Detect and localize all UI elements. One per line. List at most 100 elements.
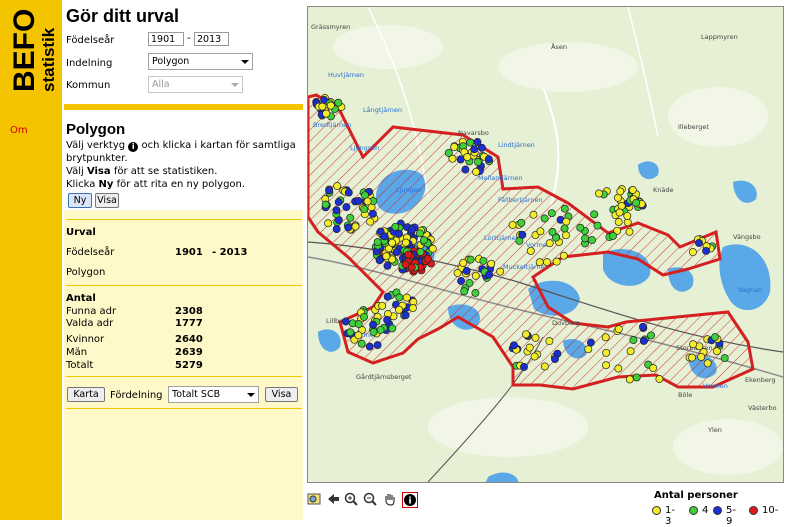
chevron-down-icon — [231, 83, 239, 87]
polygon-title: Polygon — [66, 121, 126, 138]
place-label: Ljungen — [396, 186, 422, 194]
map-view[interactable]: Grässmyren Åsen Lappmyren Illeberget Lån… — [307, 6, 784, 483]
address-marker — [333, 182, 342, 190]
polygon-instruction-4: Klicka Ny för att rita en ny polygon. — [66, 179, 245, 190]
address-marker — [363, 197, 372, 206]
address-marker — [614, 325, 623, 334]
address-marker — [401, 311, 410, 320]
address-marker — [712, 347, 721, 356]
instruction-bold: Visa — [86, 166, 111, 177]
address-marker — [375, 256, 384, 265]
place-label: Huvtjärnen — [328, 71, 364, 79]
address-marker — [517, 218, 526, 227]
place-label: Böle — [678, 391, 692, 399]
address-marker — [632, 198, 641, 207]
address-marker — [324, 219, 333, 228]
legend-swatch-1-3 — [652, 506, 661, 515]
indelning-select[interactable]: Polygon — [148, 53, 253, 70]
address-marker — [576, 223, 585, 232]
address-marker — [332, 225, 341, 234]
map-canvas[interactable]: Grässmyren Åsen Lappmyren Illeberget Lån… — [308, 7, 783, 482]
address-marker — [419, 236, 428, 245]
pan-hand-icon[interactable] — [383, 492, 397, 506]
logo-befo: BEFO — [8, 9, 41, 92]
address-marker — [562, 217, 571, 226]
fordelning-select[interactable]: Totalt SCB — [168, 386, 259, 403]
address-marker — [459, 258, 468, 267]
address-marker — [547, 209, 556, 218]
address-marker — [365, 342, 374, 351]
address-marker — [617, 202, 626, 210]
divider — [66, 285, 302, 286]
address-marker — [548, 228, 557, 236]
ny-button[interactable]: Ny — [68, 193, 92, 208]
address-marker — [383, 292, 392, 301]
address-marker — [540, 362, 549, 371]
fordelning-value: Totalt SCB — [172, 389, 221, 400]
address-marker — [484, 155, 493, 164]
address-marker — [401, 238, 410, 247]
nav-om-link[interactable]: Om — [10, 125, 28, 136]
address-marker — [508, 220, 517, 229]
zoom-extent-icon[interactable] — [307, 492, 321, 506]
place-label: Vängsbo — [733, 233, 761, 241]
address-marker — [526, 246, 535, 255]
place-label: Ekenberg — [745, 376, 776, 384]
address-marker — [383, 261, 392, 270]
address-marker — [479, 256, 488, 265]
stat-label: Män — [66, 347, 88, 358]
year-to-input[interactable]: 2013 — [194, 32, 229, 46]
divider-bar — [64, 104, 303, 110]
legend-label: 10- — [762, 505, 779, 516]
address-marker — [378, 301, 387, 310]
address-marker — [520, 362, 528, 371]
address-marker — [639, 336, 648, 345]
address-marker — [561, 231, 570, 240]
summary-year-to: - 2013 — [212, 247, 248, 258]
address-marker — [344, 223, 353, 232]
place-label: Långtjärnen — [363, 105, 402, 114]
place-label: Gårdtjärnsberget — [356, 372, 412, 381]
stat-label: Totalt — [66, 360, 94, 371]
place-label: Mellantjärnen — [478, 174, 522, 182]
year-from-input[interactable]: 1901 — [148, 32, 184, 46]
chevron-down-icon — [247, 393, 255, 397]
stat-label: Funna adr — [66, 306, 117, 317]
instruction-text: för att se statistiken. — [113, 166, 218, 177]
address-marker — [588, 236, 596, 245]
place-label: Ylen — [707, 426, 722, 434]
stat-value: 5279 — [175, 360, 203, 371]
place-label: Lörttjärnen — [484, 234, 520, 242]
instruction-text: Välj verktyg — [66, 140, 126, 151]
karta-button[interactable]: Karta — [67, 387, 105, 402]
address-marker — [395, 305, 404, 314]
legend-label: 1-3 — [665, 505, 675, 527]
address-marker — [695, 239, 703, 247]
antal-heading: Antal — [66, 293, 96, 304]
address-marker — [655, 375, 664, 383]
address-marker — [647, 331, 656, 340]
address-marker — [395, 229, 403, 238]
zoom-in-icon[interactable] — [344, 492, 358, 506]
instruction-text: för att rita en ny polygon. — [116, 179, 246, 190]
place-label: Duvberg — [552, 319, 580, 327]
visa-polygon-button[interactable]: Visa — [95, 193, 119, 208]
back-arrow-icon[interactable] — [326, 492, 340, 506]
address-marker — [688, 353, 696, 362]
kommun-select[interactable]: Alla — [148, 76, 243, 93]
info-icon[interactable]: i — [402, 492, 418, 508]
address-marker — [470, 145, 479, 154]
address-marker — [369, 320, 378, 329]
chevron-down-icon — [241, 60, 249, 64]
divider — [66, 219, 302, 220]
place-label: Åsen — [551, 42, 567, 51]
address-marker — [382, 252, 391, 261]
address-marker — [552, 257, 561, 266]
visa-button[interactable]: Visa — [265, 387, 298, 402]
address-marker — [408, 304, 417, 313]
address-marker — [334, 198, 343, 207]
zoom-out-icon[interactable] — [363, 492, 377, 506]
address-marker — [632, 373, 641, 382]
address-marker — [463, 153, 472, 162]
address-marker — [615, 208, 624, 217]
